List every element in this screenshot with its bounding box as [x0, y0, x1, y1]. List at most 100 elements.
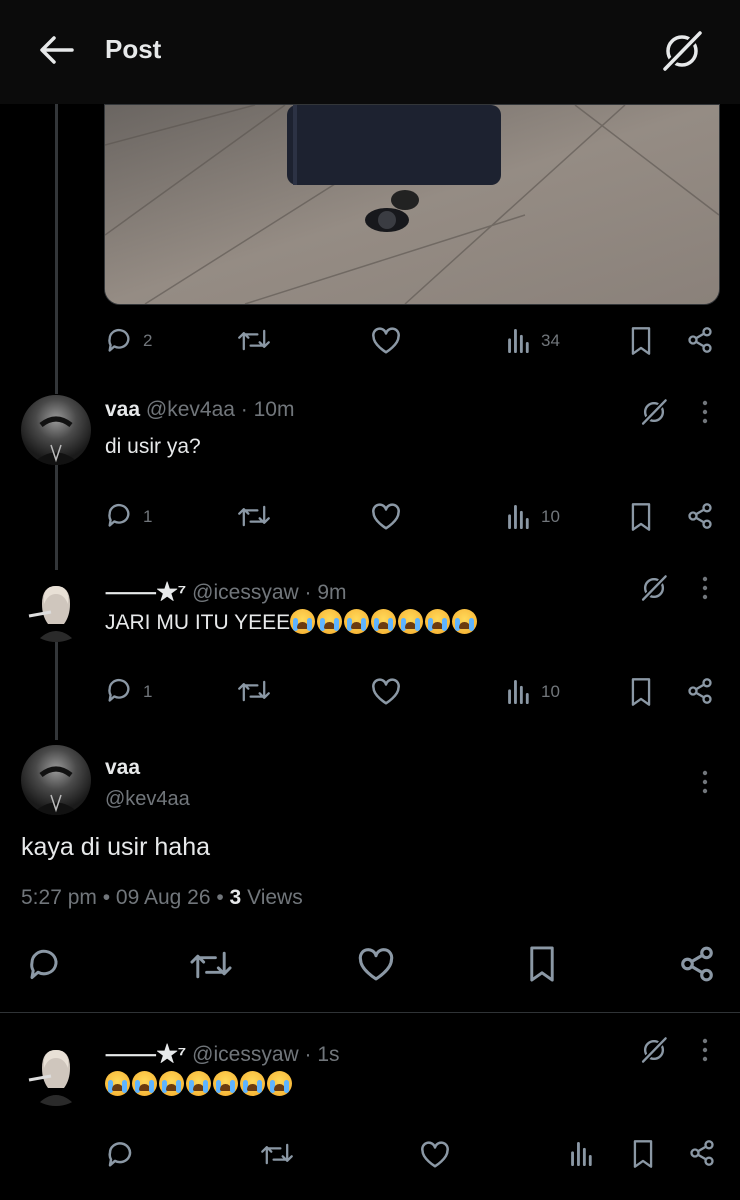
- views-label[interactable]: Views: [247, 886, 303, 909]
- share-icon[interactable]: [686, 502, 714, 530]
- reply-count: 1: [143, 682, 153, 701]
- divider: [0, 1012, 740, 1013]
- share-icon[interactable]: [678, 945, 716, 983]
- loudly-crying-face-icon: [213, 1071, 238, 1096]
- display-name[interactable]: vaa: [105, 756, 140, 780]
- loudly-crying-face-icon: [317, 609, 343, 634]
- separator-dot: •: [210, 886, 230, 909]
- like-icon[interactable]: [420, 1141, 450, 1169]
- more-options-icon[interactable]: [698, 574, 712, 602]
- emoji-row: [105, 1071, 294, 1097]
- handle[interactable]: @icessyaw: [192, 581, 299, 604]
- like-icon[interactable]: [371, 327, 401, 355]
- post-text: kaya di usir haha: [21, 833, 211, 861]
- emoji-row: [290, 609, 479, 634]
- views-count: 34: [541, 331, 560, 350]
- views-icon[interactable]: [506, 328, 532, 354]
- views-count[interactable]: 3: [230, 886, 242, 909]
- top-bar: Post: [0, 0, 740, 104]
- loudly-crying-face-icon: [290, 609, 316, 634]
- separator-dot: ·: [298, 1043, 318, 1066]
- grok-icon[interactable]: [639, 573, 669, 603]
- reply-text-content: JARI MU ITU YEEE: [105, 611, 291, 634]
- timestamp[interactable]: 10m: [254, 398, 295, 421]
- reply-icon[interactable]: [25, 946, 63, 982]
- separator-dot: ·: [234, 398, 254, 421]
- thread-line: [55, 640, 58, 740]
- loudly-crying-face-icon: [371, 609, 397, 634]
- reply-icon[interactable]: [105, 326, 133, 354]
- loudly-crying-face-icon: [344, 609, 370, 634]
- reply-count: 1: [143, 507, 153, 526]
- page-title: Post: [105, 34, 162, 64]
- post-date: 09 Aug 26: [115, 886, 211, 909]
- more-options-icon[interactable]: [698, 398, 712, 426]
- display-name[interactable]: vaa: [105, 398, 140, 421]
- thread-line: [55, 465, 58, 570]
- more-options-icon[interactable]: [698, 768, 712, 796]
- separator-dot: ·: [298, 581, 318, 604]
- loudly-crying-face-icon: [240, 1071, 265, 1096]
- avatar[interactable]: [21, 745, 91, 815]
- share-icon[interactable]: [688, 1139, 716, 1167]
- reply-icon[interactable]: [105, 676, 133, 704]
- display-name[interactable]: ⸻★⁷: [105, 581, 186, 604]
- grok-icon[interactable]: [660, 30, 704, 72]
- bookmark-icon[interactable]: [629, 502, 653, 532]
- reply-header: vaa @kev4aa · 10m: [105, 398, 294, 422]
- reply-header: ⸻★⁷ @icessyaw · 9m: [105, 576, 347, 606]
- avatar-photo: [31, 766, 81, 815]
- loudly-crying-face-icon: [425, 609, 451, 634]
- timestamp[interactable]: 9m: [317, 581, 346, 604]
- post-time: 5:27 pm: [21, 886, 97, 909]
- bookmark-icon[interactable]: [526, 945, 558, 983]
- bookmark-icon[interactable]: [631, 1139, 655, 1169]
- reply-text: di usir ya?: [105, 435, 201, 458]
- views-count: 10: [541, 507, 560, 526]
- repost-icon[interactable]: [260, 1140, 294, 1168]
- like-icon[interactable]: [371, 503, 401, 531]
- post-meta: 5:27 pm • 09 Aug 26 • 3 Views: [21, 886, 303, 910]
- share-icon[interactable]: [686, 677, 714, 705]
- grok-icon[interactable]: [639, 1035, 669, 1065]
- repost-icon[interactable]: [237, 502, 271, 530]
- grok-icon[interactable]: [639, 397, 669, 427]
- avatar-photo: [28, 586, 76, 642]
- more-options-icon[interactable]: [698, 1036, 712, 1064]
- avatar[interactable]: [21, 395, 91, 465]
- display-name[interactable]: ⸻★⁷: [105, 1043, 186, 1066]
- loudly-crying-face-icon: [398, 609, 424, 634]
- post-image[interactable]: [104, 104, 720, 305]
- like-icon[interactable]: [371, 678, 401, 706]
- loudly-crying-face-icon: [105, 1071, 130, 1096]
- repost-icon[interactable]: [237, 326, 271, 354]
- reply-icon[interactable]: [105, 501, 133, 529]
- reply-icon[interactable]: [105, 1139, 135, 1169]
- reply-header: ⸻★⁷ @icessyaw · 1s: [105, 1038, 340, 1068]
- avatar[interactable]: [21, 1036, 91, 1106]
- bookmark-icon[interactable]: [629, 677, 653, 707]
- thread-line: [55, 104, 58, 394]
- back-arrow-icon[interactable]: [38, 34, 74, 66]
- bookmark-icon[interactable]: [629, 326, 653, 356]
- avatar[interactable]: [21, 572, 91, 642]
- timestamp[interactable]: 1s: [317, 1043, 339, 1066]
- loudly-crying-face-icon: [159, 1071, 184, 1096]
- loudly-crying-face-icon: [452, 609, 478, 634]
- handle[interactable]: @kev4aa: [146, 398, 235, 421]
- views-icon[interactable]: [506, 679, 532, 705]
- floor-suitcase-photo: [105, 105, 719, 304]
- reply-count: 2: [143, 331, 153, 350]
- share-icon[interactable]: [686, 326, 714, 354]
- loudly-crying-face-icon: [132, 1071, 157, 1096]
- handle[interactable]: @kev4aa: [105, 788, 190, 811]
- loudly-crying-face-icon: [267, 1071, 292, 1096]
- views-icon[interactable]: [569, 1141, 595, 1167]
- avatar-photo: [28, 1050, 76, 1106]
- repost-icon[interactable]: [237, 677, 271, 705]
- repost-icon[interactable]: [189, 947, 233, 983]
- like-icon[interactable]: [357, 948, 395, 982]
- avatar-photo: [31, 416, 81, 465]
- views-icon[interactable]: [506, 504, 532, 530]
- handle[interactable]: @icessyaw: [192, 1043, 299, 1066]
